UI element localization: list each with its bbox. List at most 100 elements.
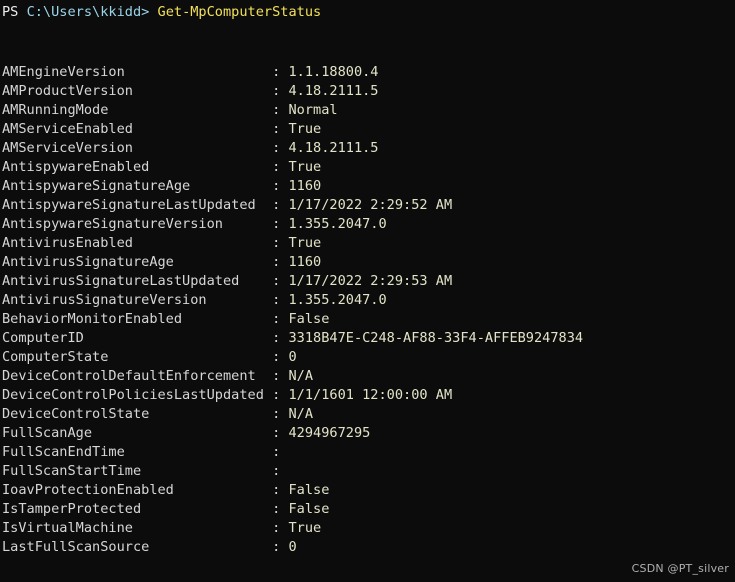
output-row: AMEngineVersion : 1.1.18800.4 bbox=[2, 63, 735, 82]
powershell-terminal-window[interactable]: PS C:\Users\kkidd> Get-MpComputerStatus … bbox=[0, 0, 735, 582]
property-value: False bbox=[288, 501, 330, 517]
command-text: Get-MpComputerStatus bbox=[157, 4, 322, 20]
output-row: IsVirtualMachine : True bbox=[2, 519, 735, 538]
property-value: 1.355.2047.0 bbox=[288, 292, 387, 308]
property-value: 1.355.2047.0 bbox=[288, 216, 387, 232]
property-value: 3318B47E-C248-AF88-33F4-AFFEB9247834 bbox=[288, 330, 584, 346]
output-row: FullScanEndTime : bbox=[2, 443, 735, 462]
shell-prefix-label: PS bbox=[2, 4, 19, 20]
property-value: 1160 bbox=[288, 178, 322, 194]
column-padding bbox=[133, 235, 272, 251]
column-padding bbox=[141, 463, 272, 479]
property-name: IsTamperProtected bbox=[2, 501, 142, 517]
property-name: AntivirusEnabled bbox=[2, 235, 133, 251]
output-row: AntispywareSignatureLastUpdated : 1/17/2… bbox=[2, 196, 735, 215]
output-row: ComputerID : 3318B47E-C248-AF88-33F4-AFF… bbox=[2, 329, 735, 348]
output-row: LastFullScanSource : 0 bbox=[2, 538, 735, 557]
column-padding bbox=[92, 425, 272, 441]
property-value: 1.1.18800.4 bbox=[288, 64, 379, 80]
property-name: BehaviorMonitorEnabled bbox=[2, 311, 183, 327]
output-row: AntivirusEnabled : True bbox=[2, 234, 735, 253]
column-padding bbox=[264, 387, 272, 403]
output-row: IoavProtectionEnabled : False bbox=[2, 481, 735, 500]
column-padding bbox=[223, 216, 272, 232]
property-name: FullScanStartTime bbox=[2, 463, 142, 479]
prompt-path-label: C:\Users\kkidd> bbox=[26, 4, 150, 20]
property-name: AMRunningMode bbox=[2, 102, 109, 118]
column-padding bbox=[125, 444, 272, 460]
watermark-label: CSDN @PT_silver bbox=[631, 562, 729, 575]
property-value: N/A bbox=[288, 406, 314, 422]
property-name: AMServiceEnabled bbox=[2, 121, 133, 137]
column-padding bbox=[239, 273, 272, 289]
output-row: DeviceControlDefaultEnforcement : N/A bbox=[2, 367, 735, 386]
column-padding bbox=[84, 330, 272, 346]
column-padding bbox=[133, 140, 272, 156]
column-padding bbox=[174, 254, 272, 270]
property-name: LastFullScanSource bbox=[2, 539, 150, 555]
property-name: DeviceControlPoliciesLastUpdated bbox=[2, 387, 264, 403]
property-name: AMEngineVersion bbox=[2, 64, 125, 80]
output-row: AMProductVersion : 4.18.2111.5 bbox=[2, 82, 735, 101]
output-row: AntivirusSignatureLastUpdated : 1/17/202… bbox=[2, 272, 735, 291]
output-row: AMServiceEnabled : True bbox=[2, 120, 735, 139]
property-value: 1/17/2022 2:29:53 AM bbox=[288, 273, 453, 289]
output-row: DeviceControlState : N/A bbox=[2, 405, 735, 424]
property-value: Normal bbox=[288, 102, 338, 118]
output-row: ComputerState : 0 bbox=[2, 348, 735, 367]
output-row: DeviceControlPoliciesLastUpdated : 1/1/1… bbox=[2, 386, 735, 405]
property-name: IoavProtectionEnabled bbox=[2, 482, 174, 498]
property-name: ComputerState bbox=[2, 349, 109, 365]
property-value: 1/17/2022 2:29:52 AM bbox=[288, 197, 453, 213]
output-row: IsTamperProtected : False bbox=[2, 500, 735, 519]
column-padding bbox=[141, 501, 272, 517]
output-row: AMServiceVersion : 4.18.2111.5 bbox=[2, 139, 735, 158]
property-name: AntispywareSignatureAge bbox=[2, 178, 191, 194]
property-value: 0 bbox=[288, 539, 297, 555]
column-padding bbox=[182, 311, 272, 327]
property-name: AntivirusSignatureAge bbox=[2, 254, 174, 270]
output-row: AntispywareSignatureAge : 1160 bbox=[2, 177, 735, 196]
property-value: 4.18.2111.5 bbox=[288, 83, 379, 99]
property-value: 1/1/1601 12:00:00 AM bbox=[288, 387, 453, 403]
column-padding bbox=[133, 520, 272, 536]
property-value: True bbox=[288, 159, 322, 175]
prompt-line: PS C:\Users\kkidd> Get-MpComputerStatus bbox=[2, 0, 735, 25]
property-name: IsVirtualMachine bbox=[2, 520, 133, 536]
property-name: DeviceControlDefaultEnforcement bbox=[2, 368, 256, 384]
property-name: AMProductVersion bbox=[2, 83, 133, 99]
column-padding bbox=[149, 539, 272, 555]
property-name: AntivirusSignatureVersion bbox=[2, 292, 207, 308]
property-name: ComputerID bbox=[2, 330, 84, 346]
output-row: AntivirusSignatureAge : 1160 bbox=[2, 253, 735, 272]
column-padding bbox=[125, 64, 272, 80]
column-padding bbox=[256, 197, 272, 213]
output-row: BehaviorMonitorEnabled : False bbox=[2, 310, 735, 329]
column-padding bbox=[108, 349, 272, 365]
property-name: FullScanAge bbox=[2, 425, 93, 441]
output-row: AntispywareEnabled : True bbox=[2, 158, 735, 177]
column-padding bbox=[207, 292, 272, 308]
column-padding bbox=[149, 406, 272, 422]
column-padding bbox=[174, 482, 272, 498]
output-row: AntispywareSignatureVersion : 1.355.2047… bbox=[2, 215, 735, 234]
property-name: AntispywareSignatureLastUpdated bbox=[2, 197, 256, 213]
property-name: AntispywareEnabled bbox=[2, 159, 150, 175]
property-value: False bbox=[288, 482, 330, 498]
property-value: N/A bbox=[288, 368, 314, 384]
output-property-list: AMEngineVersion : 1.1.18800.4 AMProductVe… bbox=[2, 63, 735, 557]
property-value: True bbox=[288, 520, 322, 536]
output-row: FullScanStartTime : bbox=[2, 462, 735, 481]
property-value: 0 bbox=[288, 349, 297, 365]
column-padding bbox=[149, 159, 272, 175]
column-padding bbox=[190, 178, 272, 194]
terminal-screen: PS C:\Users\kkidd> Get-MpComputerStatus … bbox=[2, 0, 735, 557]
column-padding bbox=[133, 121, 272, 137]
property-name: DeviceControlState bbox=[2, 406, 150, 422]
property-value: 4.18.2111.5 bbox=[288, 140, 379, 156]
property-value: 4294967295 bbox=[288, 425, 371, 441]
property-name: AntispywareSignatureVersion bbox=[2, 216, 223, 232]
prompt-space-2 bbox=[149, 4, 157, 20]
